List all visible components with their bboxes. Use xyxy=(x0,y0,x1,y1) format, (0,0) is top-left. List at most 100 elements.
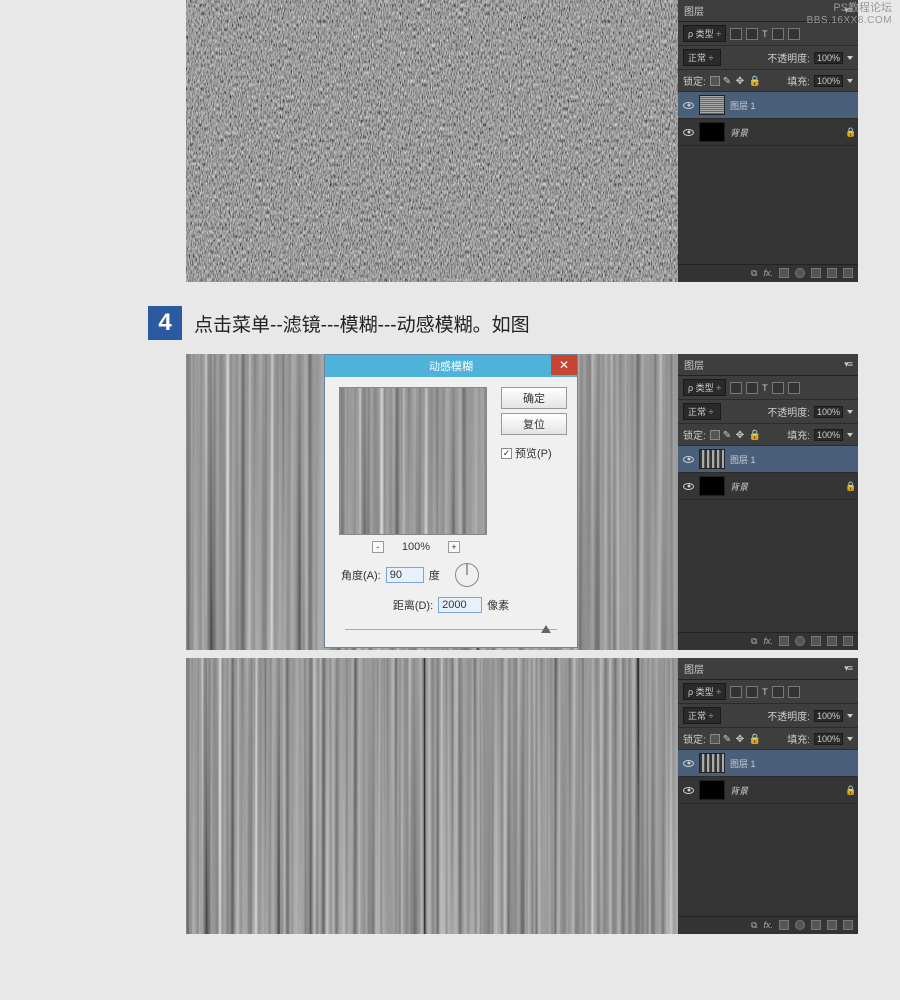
opacity-value[interactable]: 100% xyxy=(814,52,843,64)
adjust-icon[interactable] xyxy=(795,268,805,278)
folder-icon[interactable] xyxy=(811,636,821,646)
fill-value[interactable]: 100% xyxy=(814,429,843,441)
filter-type-select[interactable]: ρ 类型 ÷ xyxy=(683,25,726,42)
zoom-in-button[interactable]: + xyxy=(448,541,460,553)
mask-icon[interactable] xyxy=(779,636,789,646)
angle-dial[interactable] xyxy=(455,563,479,587)
layer-item-bg[interactable]: 背景 🔒 xyxy=(678,119,858,146)
chevron-down-icon[interactable] xyxy=(847,79,853,83)
layer-name: 图层 1 xyxy=(730,453,756,466)
lock-icon: 🔒 xyxy=(845,785,853,795)
visibility-icon[interactable] xyxy=(683,129,694,136)
blend-mode-select[interactable]: 正常 ÷ xyxy=(683,403,721,420)
smart-filter-icon[interactable] xyxy=(788,28,800,40)
preview-checkbox-row[interactable]: ✓ 预览(P) xyxy=(501,445,567,461)
angle-label: 角度(A): xyxy=(341,567,381,583)
panel-title: 图层 xyxy=(684,661,704,676)
chevron-down-icon[interactable] xyxy=(847,56,853,60)
fx-icon[interactable]: fx. xyxy=(763,268,773,279)
panel-menu-icon[interactable]: ▾≡ xyxy=(844,663,852,674)
fill-value[interactable]: 100% xyxy=(814,75,843,87)
reset-button[interactable]: 复位 xyxy=(501,413,567,435)
layer-item-1[interactable]: 图层 1 xyxy=(678,446,858,473)
visibility-icon[interactable] xyxy=(683,456,694,463)
opacity-value[interactable]: 100% xyxy=(814,710,843,722)
ok-button[interactable]: 确定 xyxy=(501,387,567,409)
layer-item-bg[interactable]: 背景 🔒 xyxy=(678,473,858,500)
preview-checkbox[interactable]: ✓ xyxy=(501,448,512,459)
link-icon[interactable]: ⧉ xyxy=(751,636,757,647)
fill-value[interactable]: 100% xyxy=(814,733,843,745)
distance-input[interactable]: 2000 xyxy=(438,597,482,613)
adjust-filter-icon[interactable] xyxy=(746,382,758,394)
zoom-controls: - 100% + xyxy=(339,541,493,553)
opacity-label: 不透明度: xyxy=(767,50,810,65)
visibility-icon[interactable] xyxy=(683,483,694,490)
preview-box[interactable] xyxy=(339,387,487,535)
chevron-down-icon[interactable] xyxy=(847,714,853,718)
slider-thumb[interactable] xyxy=(541,625,551,633)
link-icon[interactable]: ⧉ xyxy=(751,268,757,279)
dialog-titlebar[interactable]: 动感模糊 ✕ xyxy=(325,355,577,377)
layer-item-1[interactable]: 图层 1 xyxy=(678,92,858,119)
chevron-down-icon[interactable] xyxy=(847,410,853,414)
panel-menu-icon[interactable]: ▾≡ xyxy=(844,359,852,370)
shape-filter-icon[interactable] xyxy=(772,382,784,394)
visibility-icon[interactable] xyxy=(683,787,694,794)
panel-tab[interactable]: 图层 ▾≡ xyxy=(678,658,858,680)
layers-panel: 图层 ▾≡ ρ 类型 ÷ T 正常 ÷ 不透明度: 100% 锁定: ✎✥🔒 填… xyxy=(678,658,858,934)
smart-filter-icon[interactable] xyxy=(788,686,800,698)
adjust-icon[interactable] xyxy=(795,920,805,930)
lock-icons[interactable]: ✎✥🔒 xyxy=(710,734,759,744)
zoom-out-button[interactable]: - xyxy=(372,541,384,553)
mask-icon[interactable] xyxy=(779,920,789,930)
trash-icon[interactable] xyxy=(843,636,853,646)
distance-slider[interactable] xyxy=(345,623,557,635)
shape-filter-icon[interactable] xyxy=(772,686,784,698)
opacity-value[interactable]: 100% xyxy=(814,406,843,418)
chevron-down-icon[interactable] xyxy=(847,737,853,741)
filter-type-select[interactable]: ρ 类型 ÷ xyxy=(683,683,726,700)
fill-label: 填充: xyxy=(787,73,810,88)
folder-icon[interactable] xyxy=(811,920,821,930)
lock-label: 锁定: xyxy=(683,73,706,88)
pixel-filter-icon[interactable] xyxy=(730,686,742,698)
visibility-icon[interactable] xyxy=(683,102,694,109)
new-layer-icon[interactable] xyxy=(827,920,837,930)
shape-filter-icon[interactable] xyxy=(772,28,784,40)
angle-input[interactable]: 90 xyxy=(386,567,424,583)
pixel-filter-icon[interactable] xyxy=(730,382,742,394)
adjust-icon[interactable] xyxy=(795,636,805,646)
text-filter-icon[interactable]: T xyxy=(762,383,768,393)
pixel-filter-icon[interactable] xyxy=(730,28,742,40)
chevron-down-icon[interactable] xyxy=(847,433,853,437)
visibility-icon[interactable] xyxy=(683,760,694,767)
step-number: 4 xyxy=(148,306,182,340)
layer-item-bg[interactable]: 背景 🔒 xyxy=(678,777,858,804)
blend-mode-select[interactable]: 正常 ÷ xyxy=(683,707,721,724)
opacity-label: 不透明度: xyxy=(767,708,810,723)
text-filter-icon[interactable]: T xyxy=(762,29,768,39)
layer-item-1[interactable]: 图层 1 xyxy=(678,750,858,777)
lock-icons[interactable]: ✎✥🔒 xyxy=(710,76,759,86)
fx-icon[interactable]: fx. xyxy=(763,920,773,931)
link-icon[interactable]: ⧉ xyxy=(751,920,757,931)
distance-row: 距离(D): 2000 像素 xyxy=(341,597,561,613)
smart-filter-icon[interactable] xyxy=(788,382,800,394)
filter-type-select[interactable]: ρ 类型 ÷ xyxy=(683,379,726,396)
lock-icons[interactable]: ✎✥🔒 xyxy=(710,430,759,440)
adjust-filter-icon[interactable] xyxy=(746,28,758,40)
trash-icon[interactable] xyxy=(843,268,853,278)
mask-icon[interactable] xyxy=(779,268,789,278)
close-button[interactable]: ✕ xyxy=(551,355,577,375)
new-layer-icon[interactable] xyxy=(827,268,837,278)
adjust-filter-icon[interactable] xyxy=(746,686,758,698)
filter-row: ρ 类型 ÷ T xyxy=(678,680,858,704)
trash-icon[interactable] xyxy=(843,920,853,930)
folder-icon[interactable] xyxy=(811,268,821,278)
blend-mode-select[interactable]: 正常 ÷ xyxy=(683,49,721,66)
panel-tab[interactable]: 图层 ▾≡ xyxy=(678,354,858,376)
new-layer-icon[interactable] xyxy=(827,636,837,646)
text-filter-icon[interactable]: T xyxy=(762,687,768,697)
fx-icon[interactable]: fx. xyxy=(763,636,773,647)
